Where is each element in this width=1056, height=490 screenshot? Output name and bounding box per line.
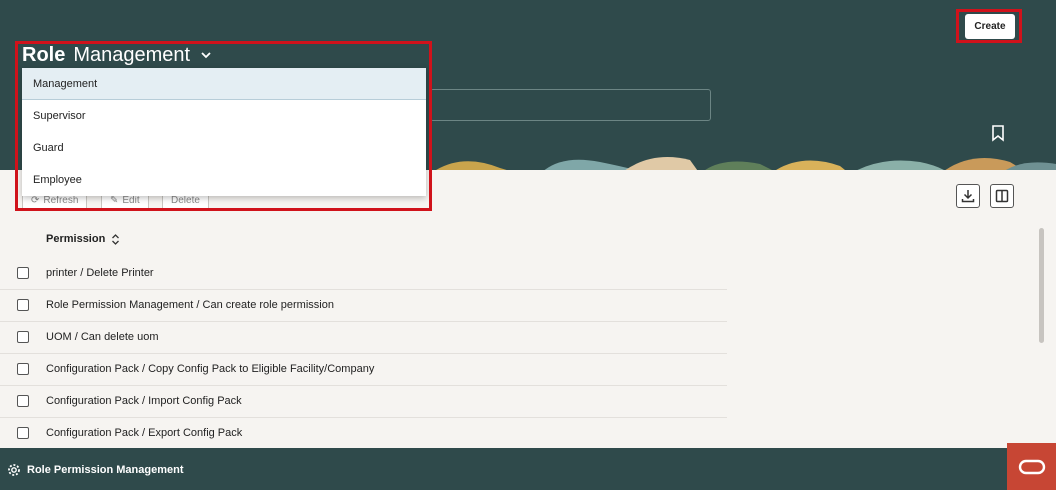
columns-icon: [995, 189, 1009, 203]
permission-cell: UOM / Can delete uom: [46, 331, 159, 343]
permission-column-header[interactable]: Permission: [46, 233, 120, 245]
vertical-scrollbar[interactable]: [1039, 228, 1044, 343]
oracle-icon: [1018, 459, 1045, 474]
row-checkbox[interactable]: [17, 267, 29, 279]
table-row[interactable]: Configuration Pack / Import Config Pack: [0, 385, 727, 418]
table-row[interactable]: Configuration Pack / Copy Config Pack to…: [0, 353, 727, 386]
row-checkbox[interactable]: [17, 395, 29, 407]
permission-cell: Configuration Pack / Import Config Pack: [46, 395, 242, 407]
row-checkbox[interactable]: [17, 299, 29, 311]
gear-icon[interactable]: [7, 463, 21, 482]
footer-bar: Role Permission Management: [0, 448, 1056, 490]
download-icon: [961, 190, 975, 203]
role-dropdown-menu[interactable]: Management Supervisor Guard Employee: [22, 68, 426, 196]
page-title[interactable]: Role Management: [22, 44, 212, 67]
download-button[interactable]: [956, 184, 980, 208]
permission-cell: Role Permission Management / Can create …: [46, 299, 334, 311]
dropdown-option-guard[interactable]: Guard: [22, 132, 426, 164]
dropdown-option-employee[interactable]: Employee: [22, 164, 426, 196]
oracle-logo[interactable]: [1007, 443, 1056, 490]
create-button[interactable]: Create: [965, 14, 1015, 39]
table-row[interactable]: printer / Delete Printer: [0, 257, 727, 290]
table-row[interactable]: UOM / Can delete uom: [0, 321, 727, 354]
dropdown-option-management[interactable]: Management: [22, 68, 426, 100]
permission-cell: Configuration Pack / Copy Config Pack to…: [46, 363, 375, 375]
role-selector-value[interactable]: Management: [73, 44, 190, 67]
dropdown-option-supervisor[interactable]: Supervisor: [22, 100, 426, 132]
permission-cell: Configuration Pack / Export Config Pack: [46, 427, 243, 439]
sort-icon[interactable]: [111, 233, 120, 245]
row-checkbox[interactable]: [17, 363, 29, 375]
refresh-icon: ⟳: [31, 194, 40, 206]
title-prefix: Role: [22, 44, 66, 66]
row-checkbox[interactable]: [17, 331, 29, 343]
bookmark-icon[interactable]: [990, 124, 1006, 147]
footer-label: Role Permission Management: [27, 464, 184, 476]
row-checkbox[interactable]: [17, 427, 29, 439]
permission-cell: printer / Delete Printer: [46, 267, 154, 279]
chevron-down-icon[interactable]: [200, 48, 212, 64]
table-row[interactable]: Configuration Pack / Export Config Pack: [0, 417, 727, 450]
table-row[interactable]: Role Permission Management / Can create …: [0, 289, 727, 322]
search-input[interactable]: [430, 89, 711, 121]
pencil-icon: ✎: [110, 194, 119, 206]
columns-button[interactable]: [990, 184, 1014, 208]
